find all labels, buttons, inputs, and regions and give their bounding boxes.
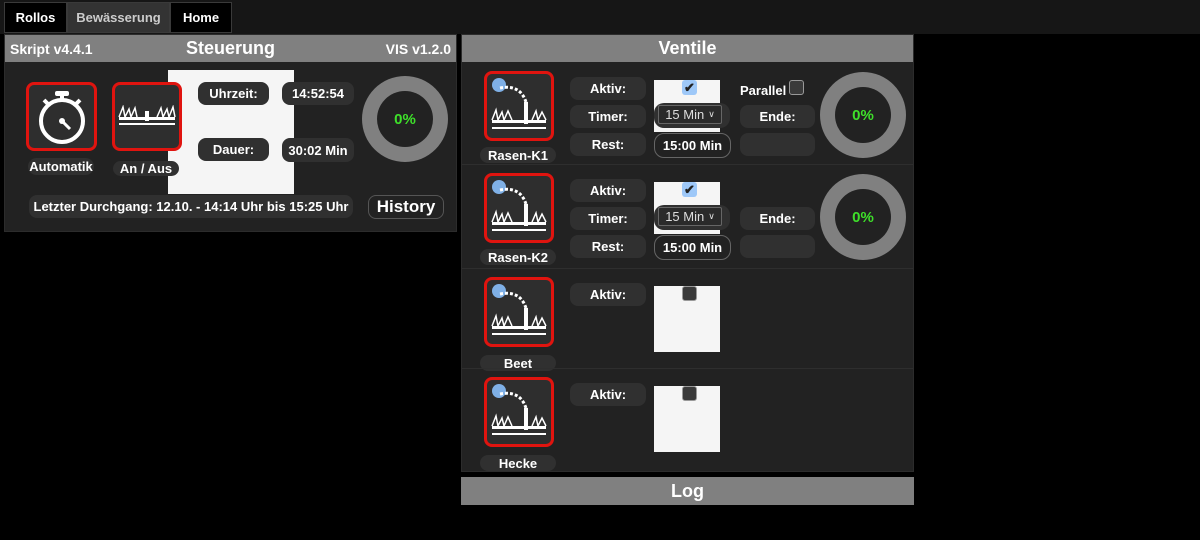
stopwatch-icon — [38, 90, 85, 144]
chevron-down-icon: ∨ — [708, 211, 715, 221]
steuerung-header: Skript v4.4.1 Steuerung VIS v1.2.0 — [5, 35, 456, 62]
tab-bewaesserung[interactable]: Bewässerung — [67, 2, 170, 33]
steuerung-panel: Skript v4.4.1 Steuerung VIS v1.2.0 Autom… — [4, 34, 457, 232]
sprinkler-icon — [491, 180, 547, 231]
aktiv-checkbox[interactable] — [682, 386, 697, 401]
total-progress-value: 0% — [377, 91, 433, 147]
aktiv-label: Aktiv: — [570, 383, 646, 406]
an-aus-button[interactable] — [112, 82, 182, 151]
aktiv-label: Aktiv: — [570, 179, 646, 202]
aktiv-checkbox[interactable]: ✔ — [682, 80, 697, 95]
sprinkler-icon — [491, 384, 547, 435]
row-divider — [462, 368, 913, 369]
rest-value: 15:00 Min — [654, 133, 731, 158]
tab-rollos[interactable]: Rollos — [4, 2, 67, 33]
dauer-value: 30:02 Min — [282, 138, 354, 162]
valve-progress-gauge: 0% — [820, 174, 906, 260]
history-button[interactable]: History — [368, 195, 444, 219]
dauer-label: Dauer: — [198, 138, 269, 161]
uhrzeit-value: 14:52:54 — [282, 82, 354, 105]
valve-toggle-button[interactable] — [484, 377, 554, 447]
valve-name: Rasen-K2 — [480, 249, 556, 265]
rest-value: 15:00 Min — [654, 235, 731, 260]
rest-label: Rest: — [570, 235, 646, 258]
timer-select[interactable]: 15 Min ∨ — [658, 207, 722, 226]
aktiv-label: Aktiv: — [570, 283, 646, 306]
tab-bar: Rollos Bewässerung Home — [0, 0, 1200, 34]
valve-progress-gauge: 0% — [820, 72, 906, 158]
chevron-down-icon: ∨ — [708, 109, 715, 119]
valve-toggle-button[interactable] — [484, 277, 554, 347]
steuerung-title: Steuerung — [185, 38, 275, 58]
valve-toggle-button[interactable] — [484, 173, 554, 243]
parallel-checkbox[interactable] — [789, 80, 804, 95]
valve-progress-value: 0% — [835, 189, 891, 245]
valve-toggle-button[interactable] — [484, 71, 554, 141]
automatik-button[interactable] — [26, 82, 97, 151]
ende-value — [740, 235, 815, 258]
sprinkler-icon — [491, 78, 547, 129]
ende-label: Ende: — [740, 105, 815, 128]
row-divider — [462, 164, 913, 165]
ventile-panel: Ventile Rasen-K1 Aktiv: ✔ Timer: 15 Min ∨ Rest… — [461, 34, 914, 472]
aktiv-checkbox[interactable] — [682, 286, 697, 301]
rest-label: Rest: — [570, 133, 646, 156]
timer-label: Timer: — [570, 105, 646, 128]
grass-irrigation-icon — [118, 104, 176, 125]
valve-progress-value: 0% — [835, 87, 891, 143]
tab-home[interactable]: Home — [170, 2, 232, 33]
aktiv-label: Aktiv: — [570, 77, 646, 100]
sprinkler-icon — [491, 284, 547, 335]
valve-name: Hecke — [480, 455, 556, 471]
uhrzeit-label: Uhrzeit: — [198, 82, 269, 105]
an-aus-label: An / Aus — [113, 161, 179, 176]
timer-select[interactable]: 15 Min ∨ — [658, 105, 722, 124]
timer-label: Timer: — [570, 207, 646, 230]
total-progress-gauge: 0% — [362, 76, 448, 162]
timer-value: 15 Min — [665, 107, 705, 122]
row-divider — [462, 268, 913, 269]
last-run-info: Letzter Durchgang: 12.10. - 14:14 Uhr bi… — [29, 195, 353, 218]
ventile-header: Ventile — [462, 35, 913, 62]
log-header[interactable]: Log — [461, 477, 914, 505]
parallel-label: Parallel — [740, 83, 787, 98]
aktiv-checkbox[interactable]: ✔ — [682, 182, 697, 197]
valve-name: Rasen-K1 — [480, 147, 556, 163]
ende-label: Ende: — [740, 207, 815, 230]
ende-value — [740, 133, 815, 156]
automatik-label: Automatik — [28, 158, 94, 175]
timer-value: 15 Min — [665, 209, 705, 224]
